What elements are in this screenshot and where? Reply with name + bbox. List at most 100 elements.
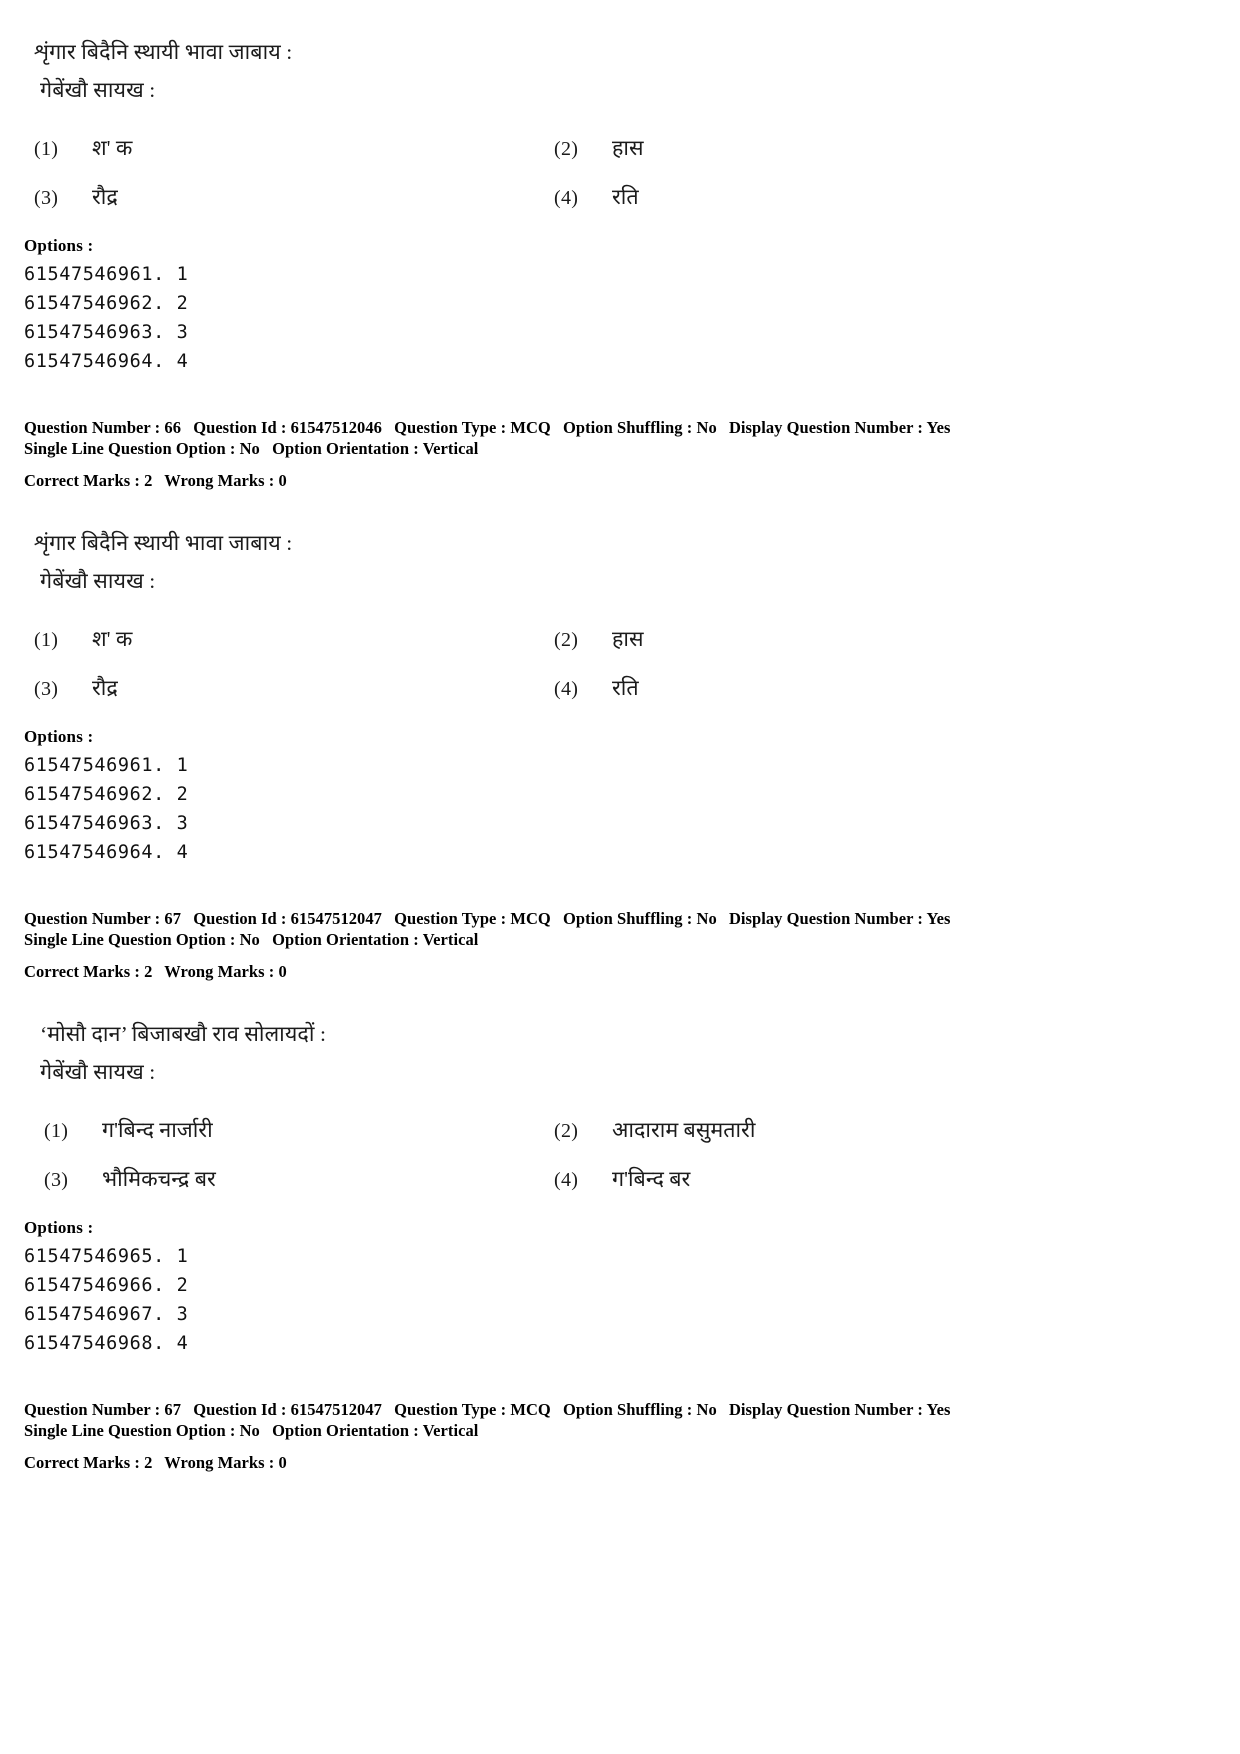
choice-number: (2)	[554, 629, 579, 652]
choice-option-3[interactable]: (3) रौद्र	[34, 671, 554, 705]
meta-question-number-label: Question Number :	[24, 418, 161, 438]
meta-secondary-line: Single Line Question Option : No Option …	[24, 1421, 1240, 1442]
meta-wrong-marks-label: Wrong Marks :	[164, 962, 275, 982]
choice-number: (1)	[34, 138, 59, 161]
meta-option-orientation-value: Vertical	[422, 438, 479, 458]
choice-label: रौद्र	[92, 675, 118, 700]
meta-question-id-label: Question Id :	[193, 909, 287, 929]
meta-option-orientation-label: Option Orientation :	[272, 929, 419, 949]
meta-option-shuffling-label: Option Shuffling :	[563, 418, 693, 438]
meta-option-shuffling-label: Option Shuffling :	[563, 1400, 693, 1420]
question-stem-line-2: गेबेंखौ सायख :	[40, 568, 156, 593]
meta-display-question-number-value: Yes	[926, 418, 951, 438]
choice-label: हास	[612, 627, 644, 652]
question-body-1: शृंगार बिदैनि स्थायी भावा जाबाय : गेबेंख…	[0, 34, 1240, 372]
meta-question-type-label: Question Type :	[394, 909, 507, 929]
choice-label: ग'बिन्द नार्जारी	[102, 1118, 213, 1143]
choice-row-spacer	[44, 1148, 1044, 1162]
meta-question-number-label: Question Number :	[24, 909, 161, 929]
choice-option-4[interactable]: (4) रति	[554, 180, 1034, 214]
meta-correct-marks-value: 2	[144, 471, 153, 491]
choice-label: श' क	[92, 136, 133, 161]
meta-display-question-number-value: Yes	[926, 1400, 951, 1420]
meta-option-shuffling-value: No	[696, 418, 717, 438]
choice-label: श' क	[92, 627, 133, 652]
choice-row-spacer	[34, 166, 1034, 180]
choice-label: ग'बिन्द बर	[612, 1166, 691, 1191]
choice-row-spacer	[34, 657, 1034, 671]
meta-wrong-marks-label: Wrong Marks :	[164, 1453, 275, 1473]
meta-question-id-value: 61547512046	[290, 418, 382, 438]
question-stem-line-2: गेबेंखौ सायख :	[40, 77, 156, 102]
choice-option-3[interactable]: (3) रौद्र	[34, 180, 554, 214]
meta-secondary-line: Single Line Question Option : No Option …	[24, 930, 1240, 951]
option-id-row: 61547546966. 2	[24, 1275, 189, 1297]
choice-option-1[interactable]: (1) श' क	[34, 622, 554, 656]
meta-question-type-label: Question Type :	[394, 1400, 507, 1420]
choice-option-1[interactable]: (1) ग'बिन्द नार्जारी	[44, 1113, 554, 1147]
option-id-row: 61547546964. 4	[24, 351, 189, 373]
choice-option-4[interactable]: (4) ग'बिन्द बर	[554, 1162, 1044, 1196]
meta-question-id-label: Question Id :	[193, 418, 287, 438]
meta-single-line-option-label: Single Line Question Option :	[24, 1420, 236, 1440]
choice-row: (3) भौमिकचन्द्र बर (4) ग'बिन्द बर	[44, 1162, 1044, 1196]
meta-option-shuffling-label: Option Shuffling :	[563, 909, 693, 929]
choice-grid-2: (1) श' क (2) हास (3) रौद्र (4) रति	[34, 622, 1034, 705]
question-stem-line-2: गेबेंखौ सायख :	[40, 1059, 156, 1084]
choice-number: (3)	[44, 1168, 69, 1191]
choice-label: रौद्र	[92, 184, 118, 209]
option-id-row: 61547546963. 3	[24, 322, 189, 344]
meta-display-question-number-label: Display Question Number :	[728, 909, 923, 929]
meta-wrong-marks-value: 0	[278, 1453, 287, 1473]
choice-label: हास	[612, 136, 644, 161]
option-id-row: 61547546964. 4	[24, 842, 189, 864]
meta-display-question-number-value: Yes	[926, 909, 951, 929]
choice-number: (4)	[554, 1168, 579, 1191]
meta-single-line-option-label: Single Line Question Option :	[24, 929, 236, 949]
meta-question-id-value: 61547512047	[290, 909, 382, 929]
option-id-row: 61547546961. 1	[24, 264, 189, 286]
option-id-row: 61547546965. 1	[24, 1246, 189, 1268]
question-meta-3: Question Number : 67 Question Id : 61547…	[24, 1400, 1240, 1473]
choice-option-2[interactable]: (2) हास	[554, 622, 1034, 656]
choice-number: (2)	[554, 138, 579, 161]
meta-primary-line: Question Number : 67 Question Id : 61547…	[24, 1400, 1240, 1421]
meta-question-number-value: 66	[164, 418, 182, 438]
meta-question-number-value: 67	[164, 909, 182, 929]
meta-primary-line: Question Number : 66 Question Id : 61547…	[24, 418, 1240, 439]
choice-grid-3: (1) ग'बिन्द नार्जारी (2) आदाराम बसुमतारी	[44, 1113, 1044, 1196]
meta-option-orientation-value: Vertical	[422, 929, 479, 949]
choice-number: (4)	[554, 677, 579, 700]
document-page: शृंगार बिदैनि स्थायी भावा जाबाय : गेबेंख…	[0, 0, 1240, 1754]
choice-option-1[interactable]: (1) श' क	[34, 131, 554, 165]
meta-wrong-marks-value: 0	[278, 471, 287, 491]
meta-correct-marks-value: 2	[144, 1453, 153, 1473]
meta-correct-marks-label: Correct Marks :	[24, 1453, 140, 1473]
meta-question-type-value: MCQ	[510, 418, 551, 438]
choice-option-3[interactable]: (3) भौमिकचन्द्र बर	[44, 1162, 554, 1196]
choice-option-2[interactable]: (2) आदाराम बसुमतारी	[554, 1113, 1044, 1147]
choice-option-4[interactable]: (4) रति	[554, 671, 1034, 705]
choice-number: (1)	[44, 1120, 69, 1143]
choice-number: (2)	[554, 1120, 579, 1143]
meta-wrong-marks-label: Wrong Marks :	[164, 471, 275, 491]
meta-primary-line: Question Number : 67 Question Id : 61547…	[24, 909, 1240, 930]
meta-question-id-value: 61547512047	[290, 1400, 382, 1420]
meta-option-shuffling-value: No	[696, 1400, 717, 1420]
choice-row: (3) रौद्र (4) रति	[34, 180, 1034, 214]
choice-label: भौमिकचन्द्र बर	[102, 1166, 216, 1191]
meta-correct-marks-label: Correct Marks :	[24, 471, 140, 491]
question-stem-line-1: ‘मोसौ दान’ बिजाबखौ राव सोलायदों :	[40, 1022, 327, 1047]
meta-marks-line: Correct Marks : 2 Wrong Marks : 0	[24, 962, 1240, 982]
choice-number: (1)	[34, 629, 59, 652]
choice-row: (3) रौद्र (4) रति	[34, 671, 1034, 705]
meta-question-type-value: MCQ	[510, 909, 551, 929]
meta-option-shuffling-value: No	[696, 909, 717, 929]
meta-question-type-value: MCQ	[510, 1400, 551, 1420]
meta-display-question-number-label: Display Question Number :	[728, 418, 923, 438]
question-body-2: शृंगार बिदैनि स्थायी भावा जाबाय : गेबेंख…	[0, 525, 1240, 863]
question-stem-line-1: शृंगार बिदैनि स्थायी भावा जाबाय :	[34, 531, 293, 556]
choice-option-2[interactable]: (2) हास	[554, 131, 1034, 165]
choice-row: (1) ग'बिन्द नार्जारी (2) आदाराम बसुमतारी	[44, 1113, 1044, 1147]
meta-secondary-line: Single Line Question Option : No Option …	[24, 439, 1240, 460]
